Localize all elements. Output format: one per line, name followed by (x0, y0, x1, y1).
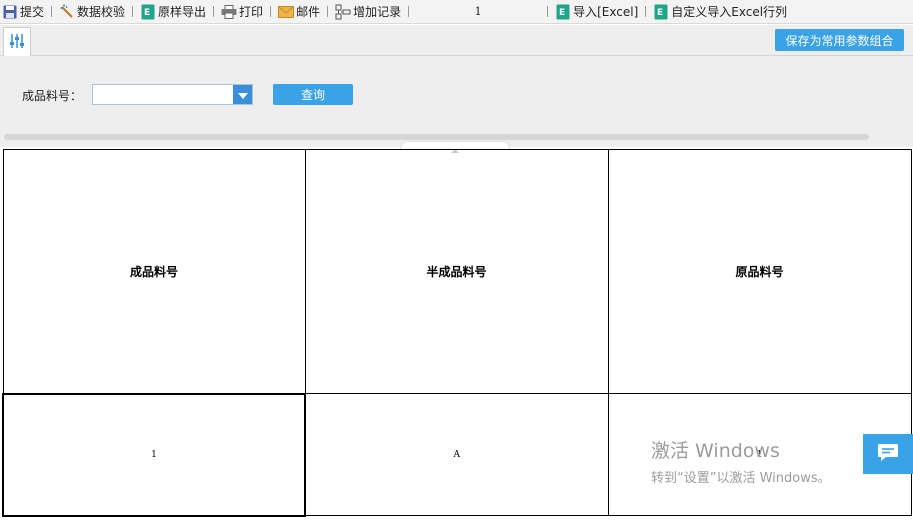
report-table: 成品料号 半成品料号 原品料号 1 A 1 (2, 149, 912, 517)
toolbar-divider (327, 6, 329, 17)
table-cell[interactable]: 1 (2, 392, 306, 517)
import-excel-button[interactable]: E 导入[Excel] (553, 1, 640, 23)
export-button[interactable]: E 原样导出 (138, 1, 208, 23)
toolbar-divider (132, 6, 134, 17)
validate-button[interactable]: 数据校验 (57, 1, 127, 23)
svg-text:E: E (657, 8, 663, 18)
query-button[interactable]: 查询 (273, 84, 353, 105)
sliders-icon (9, 33, 25, 52)
toolbar: 提交 数据校验 E 原样导出 打印 邮件 增加记录 1 E 导入[Excel] … (0, 0, 913, 24)
save-disk-icon (2, 4, 18, 20)
svg-text:E: E (144, 8, 150, 18)
import-excel-label: 导入[Excel] (573, 5, 639, 19)
export-label: 原样导出 (158, 5, 207, 19)
submit-label: 提交 (20, 5, 45, 19)
chat-widget-button[interactable] (863, 434, 913, 474)
print-button[interactable]: 打印 (219, 1, 265, 23)
dropdown-toggle[interactable] (233, 85, 252, 104)
magic-wand-icon (59, 4, 75, 20)
finished-part-number-combobox[interactable] (92, 84, 253, 105)
panel-scrollbar[interactable] (4, 134, 869, 140)
print-label: 打印 (239, 5, 264, 19)
submit-button[interactable]: 提交 (0, 1, 46, 23)
column-header: 原品料号 (607, 149, 912, 394)
excel-export-icon: E (140, 4, 156, 20)
excel-custom-import-icon: E (653, 4, 669, 20)
mail-label: 邮件 (296, 5, 321, 19)
finished-part-number-input[interactable] (93, 85, 233, 104)
validate-label: 数据校验 (77, 5, 126, 19)
svg-text:E: E (559, 8, 565, 18)
page-number: 1 (474, 5, 482, 18)
table-cell[interactable]: A (304, 393, 609, 516)
filter-settings-tab[interactable] (3, 27, 31, 56)
parameter-panel-header: 保存为常用参数组合 (0, 25, 913, 56)
save-parameter-combination-button[interactable]: 保存为常用参数组合 (775, 29, 904, 51)
table-row: 1 A 1 (2, 392, 912, 517)
toolbar-divider (51, 6, 53, 17)
toolbar-divider (547, 6, 549, 17)
chevron-down-icon (237, 88, 248, 102)
column-header: 半成品料号 (304, 149, 609, 394)
column-header: 成品料号 (2, 149, 306, 394)
printer-icon (221, 4, 237, 20)
parameter-panel: 保存为常用参数组合 成品料号： 查询 (0, 25, 913, 153)
excel-import-icon: E (555, 4, 571, 20)
add-record-button[interactable]: 增加记录 (333, 1, 403, 23)
toolbar-divider (408, 6, 410, 17)
mail-button[interactable]: 邮件 (276, 1, 322, 23)
collapse-panel-handle[interactable] (400, 141, 510, 153)
custom-import-button[interactable]: E 自定义导入Excel行列 (651, 1, 789, 23)
add-record-label: 增加记录 (353, 5, 402, 19)
table-header-row: 成品料号 半成品料号 原品料号 (2, 149, 912, 394)
finished-part-number-label: 成品料号： (22, 89, 83, 103)
toolbar-divider (645, 6, 647, 17)
add-record-icon (335, 4, 351, 20)
chat-bubble-icon (877, 443, 899, 466)
custom-import-label: 自定义导入Excel行列 (671, 5, 788, 19)
toolbar-divider (213, 6, 215, 17)
mail-envelope-icon (278, 4, 295, 20)
toolbar-divider (270, 6, 272, 17)
